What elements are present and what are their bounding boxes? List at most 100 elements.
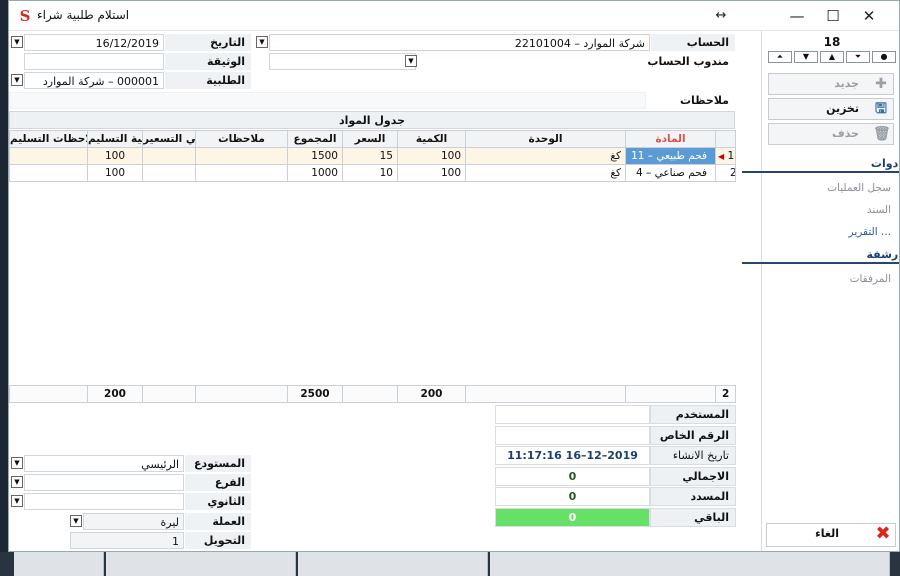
cell-delivery-notes[interactable] [9,147,88,165]
resize-arrows-icon[interactable]: ↔ [703,5,739,27]
sidebar: 18 ⏶ ▼ ▲ ⏷ ● جديد ✚ تخزين 🖫 حذف 🗑 ادوات … [742,31,899,551]
title-bar: S استلام طلبية شراء ↔ — ☐ ✕ [9,1,899,31]
cell-notes[interactable] [195,164,288,182]
col-total[interactable]: المجموع [287,130,343,148]
col-qty[interactable]: الكمية [397,130,466,148]
col-notes[interactable]: ملاحظات [195,130,288,148]
save-button[interactable]: تخزين 🖫 [768,98,894,120]
rep-dropdown[interactable]: ▼ [405,55,417,67]
info-special-number: الرقم الخاص [495,426,736,445]
col-total-pricing[interactable]: اجمالي التسعير [142,130,196,148]
branch-field[interactable] [24,474,184,491]
status-segment [106,552,296,576]
account-field[interactable]: 22101004 – شركة الموارد [269,34,650,51]
rate-field[interactable]: 1 [70,532,184,549]
date-dropdown[interactable]: ▼ [11,36,23,48]
warehouse-dropdown[interactable]: ▼ [11,457,23,469]
table-row[interactable]: 100 1500 15 100 كغ 11 – فحم طبيعي ◀ 1 [9,147,736,165]
col-delivery-qty[interactable]: كمية التسليم [87,130,143,148]
voucher-link[interactable]: السند [867,204,891,216]
delete-button[interactable]: حذف 🗑 [768,123,894,145]
cell-delivery-qty[interactable]: 100 [87,164,143,182]
currency-field[interactable]: ليرة [83,513,184,530]
maximize-button[interactable]: ☐ [815,5,851,27]
plus-icon: ✚ [875,76,887,92]
cell-delivery-qty[interactable]: 100 [87,147,143,165]
footer-empty [142,385,196,403]
branch-dropdown[interactable]: ▼ [11,476,23,488]
special-number-label: الرقم الخاص [650,426,736,445]
notes-label: ملاحظات [647,92,735,109]
cell-qty[interactable]: 100 [397,164,466,182]
cell-total-pricing[interactable] [142,147,196,165]
cell-price[interactable]: 10 [342,164,398,182]
cancel-button[interactable]: الغاء ✖ [766,523,896,547]
date-label: التاريخ [165,34,251,51]
prev-page-button[interactable]: ▼ [794,51,818,63]
new-button[interactable]: جديد ✚ [768,73,894,95]
cell-item[interactable]: 11 – فحم طبيعي [625,147,716,165]
cell-price[interactable]: 15 [342,147,398,165]
order-label: الطلبية [165,72,251,89]
currency-dropdown[interactable]: ▼ [70,515,82,527]
footer-delivery-qty: 200 [87,385,143,403]
footer-empty [465,385,626,403]
row-number: 2 [730,167,735,179]
cell-delivery-notes[interactable] [9,164,88,182]
document-field[interactable] [24,53,164,70]
cell-unit[interactable]: كغ [465,164,626,182]
rate-label: التحويل [185,532,251,549]
col-price[interactable]: السعر [342,130,398,148]
order-field[interactable]: 000001 – شركة الموارد [16] [24,72,164,105]
ops-log-link[interactable]: سجل العمليات [827,182,891,194]
created-value: 11:17:16 16–12–2019 [495,446,650,465]
created-label: تاريخ الانشاء [650,446,736,465]
info-user: المستخدم [495,405,736,424]
cell-notes[interactable] [195,147,288,165]
save-disk-icon: 🖫 [875,101,887,117]
notes-field[interactable] [9,92,646,109]
col-delivery-notes[interactable]: ملاحظات التسليم [9,130,88,148]
cell-total-pricing[interactable] [142,164,196,182]
status-segment [298,552,488,576]
warehouse-field[interactable]: الرئيسي [24,455,184,472]
warehouse-label: المستودع [185,455,251,472]
new-record-dot-button[interactable]: ● [872,51,896,63]
special-number-value[interactable] [495,426,650,445]
next-page-button[interactable]: ▲ [820,51,844,63]
footer-qty: 200 [397,385,466,403]
cell-total[interactable]: 1000 [287,164,343,182]
secondary-dropdown[interactable]: ▼ [11,495,23,507]
status-segment [490,552,890,576]
report-link[interactable]: التقرير ... [849,226,891,238]
info-remaining: الباقي 0 [495,508,736,527]
table-row[interactable]: 100 1000 10 100 كغ 4 – فحم صناعي 2 [9,164,736,182]
rep-field[interactable] [269,53,416,70]
cell-unit[interactable]: كغ [465,147,626,165]
col-unit[interactable]: الوحدة [465,130,626,148]
row-number: 1 [727,150,735,162]
cell-qty[interactable]: 100 [397,147,466,165]
delete-button-label: حذف [831,127,859,140]
info-paid: المسدد 0 [495,487,736,506]
minimize-button[interactable]: — [779,5,815,27]
account-dropdown[interactable]: ▼ [256,36,268,48]
date-field[interactable]: 16/12/2019 [24,34,164,51]
secondary-field[interactable] [24,493,184,510]
record-number: 18 [823,35,841,49]
attachments-link[interactable]: المرفقات [850,273,891,285]
remaining-value: 0 [495,508,650,527]
cell-item[interactable]: 4 – فحم صناعي [625,164,716,182]
status-bar [0,552,900,576]
cancel-button-label: الغاء [815,527,839,540]
document-label: الوثيقة [165,53,251,70]
first-record-button[interactable]: ⏶ [768,51,792,63]
order-dropdown[interactable]: ▼ [11,74,23,86]
app-logo-icon: S [17,8,33,24]
col-item[interactable]: المادة [625,130,716,148]
table-footer: 200 2500 200 2 [9,385,736,403]
cell-total[interactable]: 1500 [287,147,343,165]
last-record-button[interactable]: ⏷ [846,51,870,63]
close-button[interactable]: ✕ [851,5,887,27]
rep-label: مندوب الحساب [417,53,735,70]
